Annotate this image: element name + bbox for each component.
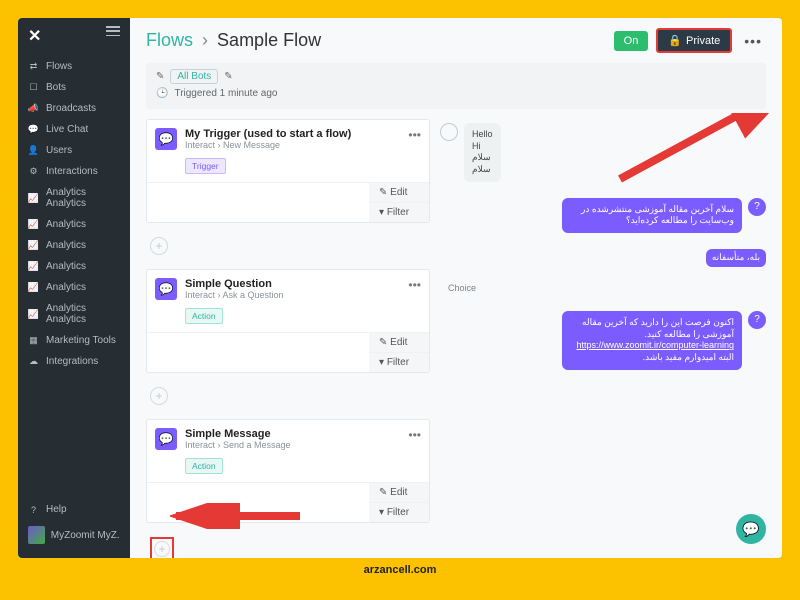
choice-node: Choice bbox=[440, 283, 766, 293]
user-message-bubble: Hello Hi سلام سلام bbox=[464, 123, 501, 182]
annotation-arrow bbox=[610, 113, 782, 189]
bot-avatar: ? bbox=[748, 198, 766, 216]
filter-icon: ▾ bbox=[379, 357, 387, 368]
choice-label: Choice bbox=[448, 283, 476, 293]
bot-message-bubble: بله، متأسفانه bbox=[706, 249, 766, 267]
analytics-icon: 📈 bbox=[28, 193, 39, 204]
integrations-icon: ☁ bbox=[28, 356, 39, 367]
bots-filter-chip[interactable]: All Bots bbox=[170, 69, 218, 84]
tag-action: Action bbox=[185, 308, 223, 324]
marketing-icon: ▦ bbox=[28, 335, 39, 346]
sidebar-item-users[interactable]: 👤Users bbox=[18, 140, 130, 161]
tag-action: Action bbox=[185, 458, 223, 474]
add-step-button[interactable]: + bbox=[150, 387, 168, 405]
sidebar-item-analytics[interactable]: 📈AnalyticsAnalytics bbox=[18, 298, 130, 330]
sidebar: ✕ ⇄Flows ☐Bots 📣Broadcasts 💬Live Chat 👤U… bbox=[18, 18, 130, 558]
edit-button[interactable]: ✎ Edit bbox=[369, 333, 429, 352]
node-menu-button[interactable]: ••• bbox=[408, 128, 421, 150]
pencil-icon[interactable]: ✎ bbox=[156, 71, 164, 82]
node-subtitle: Interact › Send a Message bbox=[185, 440, 291, 450]
sidebar-item-live-chat[interactable]: 💬Live Chat bbox=[18, 119, 130, 140]
sidebar-item-marketing[interactable]: ▦Marketing Tools bbox=[18, 330, 130, 351]
lock-icon: 🔒 bbox=[668, 34, 682, 47]
users-icon: 👤 bbox=[28, 145, 39, 156]
sidebar-item-integrations[interactable]: ☁Integrations bbox=[18, 351, 130, 372]
pencil-icon: ✎ bbox=[379, 187, 390, 198]
node-menu-button[interactable]: ••• bbox=[408, 278, 421, 300]
tag-trigger: Trigger bbox=[185, 158, 226, 174]
filter-button[interactable]: ▾ Filter bbox=[369, 502, 429, 522]
node-subtitle: Interact › New Message bbox=[185, 140, 351, 150]
flow-info-bar: ✎ All Bots ✎ 🕒 Triggered 1 minute ago bbox=[146, 63, 766, 109]
add-step-button[interactable]: + bbox=[150, 237, 168, 255]
sidebar-item-analytics[interactable]: 📈Analytics bbox=[18, 256, 130, 277]
node-title: Simple Question bbox=[185, 278, 284, 290]
chat-icon: 💬 bbox=[155, 428, 177, 450]
help-icon: ? bbox=[28, 504, 39, 515]
filter-button[interactable]: ▾ Filter bbox=[369, 202, 429, 222]
filter-icon: ▾ bbox=[379, 207, 387, 218]
user-avatar bbox=[440, 123, 458, 141]
sidebar-item-interactions[interactable]: ⚙Interactions bbox=[18, 161, 130, 182]
app-logo: ✕ bbox=[28, 26, 41, 46]
chat-icon: 💬 bbox=[155, 128, 177, 150]
node-title: My Trigger (used to start a flow) bbox=[185, 128, 351, 140]
breadcrumb-flows[interactable]: Flows bbox=[146, 30, 193, 50]
main-content: Flows › Sample Flow On 🔒 Private ••• ✎ A… bbox=[130, 18, 782, 558]
sidebar-item-bots[interactable]: ☐Bots bbox=[18, 77, 130, 98]
flow-title: Sample Flow bbox=[217, 30, 321, 50]
message-link[interactable]: https://www.zoomit.ir/computer-learning bbox=[576, 340, 734, 350]
analytics-icon: 📈 bbox=[28, 282, 39, 293]
bot-message-bubble: اکنون فرصت این را دارید که آخرین مقاله آ… bbox=[562, 311, 742, 370]
flow-nodes-column: 💬 My Trigger (used to start a flow) Inte… bbox=[130, 113, 430, 558]
footer-credit: arzancell.com bbox=[18, 558, 782, 576]
chat-icon: 💬 bbox=[155, 278, 177, 300]
annotation-arrow bbox=[170, 503, 310, 529]
analytics-icon: 📈 bbox=[28, 261, 39, 272]
pencil-icon: ✎ bbox=[379, 337, 390, 348]
sidebar-item-analytics[interactable]: 📈Analytics bbox=[18, 277, 130, 298]
sidebar-item-analytics[interactable]: 📈Analytics bbox=[18, 235, 130, 256]
toggle-on-button[interactable]: On bbox=[614, 31, 649, 51]
sidebar-item-flows[interactable]: ⇄Flows bbox=[18, 56, 130, 77]
node-menu-button[interactable]: ••• bbox=[408, 428, 421, 450]
node-title: Simple Message bbox=[185, 428, 291, 440]
more-menu-button[interactable]: ••• bbox=[740, 33, 766, 49]
triggered-status: Triggered 1 minute ago bbox=[174, 88, 277, 99]
sidebar-item-broadcasts[interactable]: 📣Broadcasts bbox=[18, 98, 130, 119]
bots-icon: ☐ bbox=[28, 82, 39, 93]
bot-message-bubble: سلام آخرین مقاله آموزشی منتشرشده در وب‌س… bbox=[562, 198, 742, 233]
bot-avatar: ? bbox=[748, 311, 766, 329]
flow-node-trigger[interactable]: 💬 My Trigger (used to start a flow) Inte… bbox=[146, 119, 430, 223]
filter-button[interactable]: ▾ Filter bbox=[369, 352, 429, 372]
sidebar-item-analytics[interactable]: 📈Analytics bbox=[18, 214, 130, 235]
workspace-avatar bbox=[28, 526, 45, 544]
page-header: Flows › Sample Flow On 🔒 Private ••• bbox=[130, 18, 782, 59]
breadcrumb: Flows › Sample Flow bbox=[146, 30, 321, 51]
sidebar-item-analytics[interactable]: 📈AnalyticsAnalytics bbox=[18, 182, 130, 214]
sidebar-item-help[interactable]: ?Help bbox=[18, 499, 130, 520]
pencil-icon: ✎ bbox=[379, 487, 390, 498]
add-step-button[interactable]: + bbox=[150, 537, 174, 558]
interactions-icon: ⚙ bbox=[28, 166, 39, 177]
workspace-switcher[interactable]: MyZoomit MyZ... bbox=[18, 520, 130, 550]
edit-button[interactable]: ✎ Edit bbox=[369, 183, 429, 202]
chat-icon: 💬 bbox=[28, 124, 39, 135]
pencil-icon[interactable]: ✎ bbox=[224, 71, 232, 82]
chat-fab-button[interactable]: 💬 bbox=[736, 514, 766, 544]
analytics-icon: 📈 bbox=[28, 309, 39, 320]
flows-icon: ⇄ bbox=[28, 61, 39, 72]
broadcast-icon: 📣 bbox=[28, 103, 39, 114]
filter-icon: ▾ bbox=[379, 507, 387, 518]
edit-button[interactable]: ✎ Edit bbox=[369, 483, 429, 502]
node-subtitle: Interact › Ask a Question bbox=[185, 290, 284, 300]
private-button[interactable]: 🔒 Private bbox=[656, 28, 732, 53]
collapse-sidebar-icon[interactable] bbox=[106, 26, 120, 36]
flow-node-question[interactable]: 💬 Simple Question Interact › Ask a Quest… bbox=[146, 269, 430, 373]
chat-icon: 💬 bbox=[742, 521, 759, 538]
breadcrumb-separator: › bbox=[202, 30, 208, 50]
analytics-icon: 📈 bbox=[28, 240, 39, 251]
clock-icon: 🕒 bbox=[156, 88, 168, 99]
analytics-icon: 📈 bbox=[28, 219, 39, 230]
